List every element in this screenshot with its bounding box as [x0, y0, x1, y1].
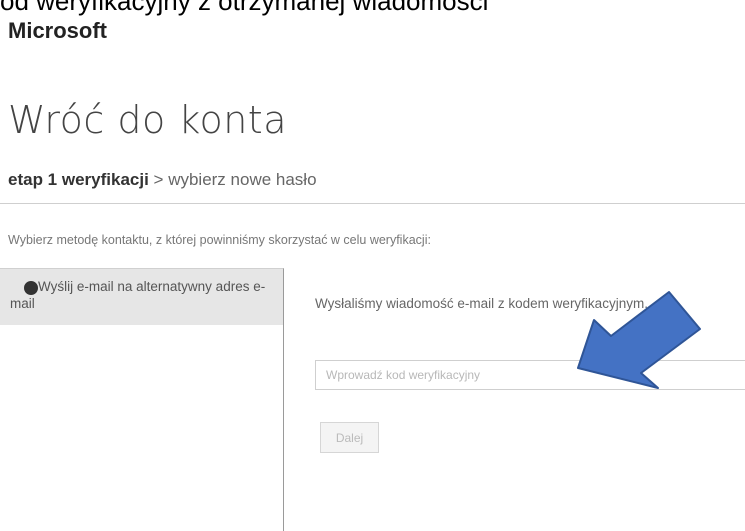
page-title: Wróć do konta	[8, 98, 287, 142]
breadcrumb-current-step: etap 1 weryfikacji	[8, 170, 149, 189]
verification-panel: Wysłaliśmy wiadomość e-mail z kodem wery…	[284, 268, 745, 530]
instruction-text: Wybierz metodę kontaktu, z której powinn…	[8, 233, 431, 247]
method-option-label: Wyślij e-mail na alternatywny adres e-ma…	[10, 279, 266, 311]
contact-method-list: Wyślij e-mail na alternatywny adres e-ma…	[0, 268, 284, 531]
next-button[interactable]: Dalej	[320, 422, 379, 453]
breadcrumb-separator: >	[148, 170, 169, 189]
divider	[0, 203, 745, 204]
breadcrumb-next-step: wybierz nowe hasło	[168, 170, 317, 189]
email-sent-message: Wysłaliśmy wiadomość e-mail z kodem wery…	[315, 296, 648, 311]
caption-text: od weryfikacyjny z otrzymanej wiadomości	[0, 0, 489, 16]
breadcrumb: etap 1 weryfikacji > wybierz nowe hasło	[8, 170, 317, 190]
verification-code-input[interactable]	[315, 360, 745, 390]
microsoft-logo-text: Microsoft	[8, 18, 107, 43]
method-option-alternate-email[interactable]: Wyślij e-mail na alternatywny adres e-ma…	[0, 269, 283, 325]
